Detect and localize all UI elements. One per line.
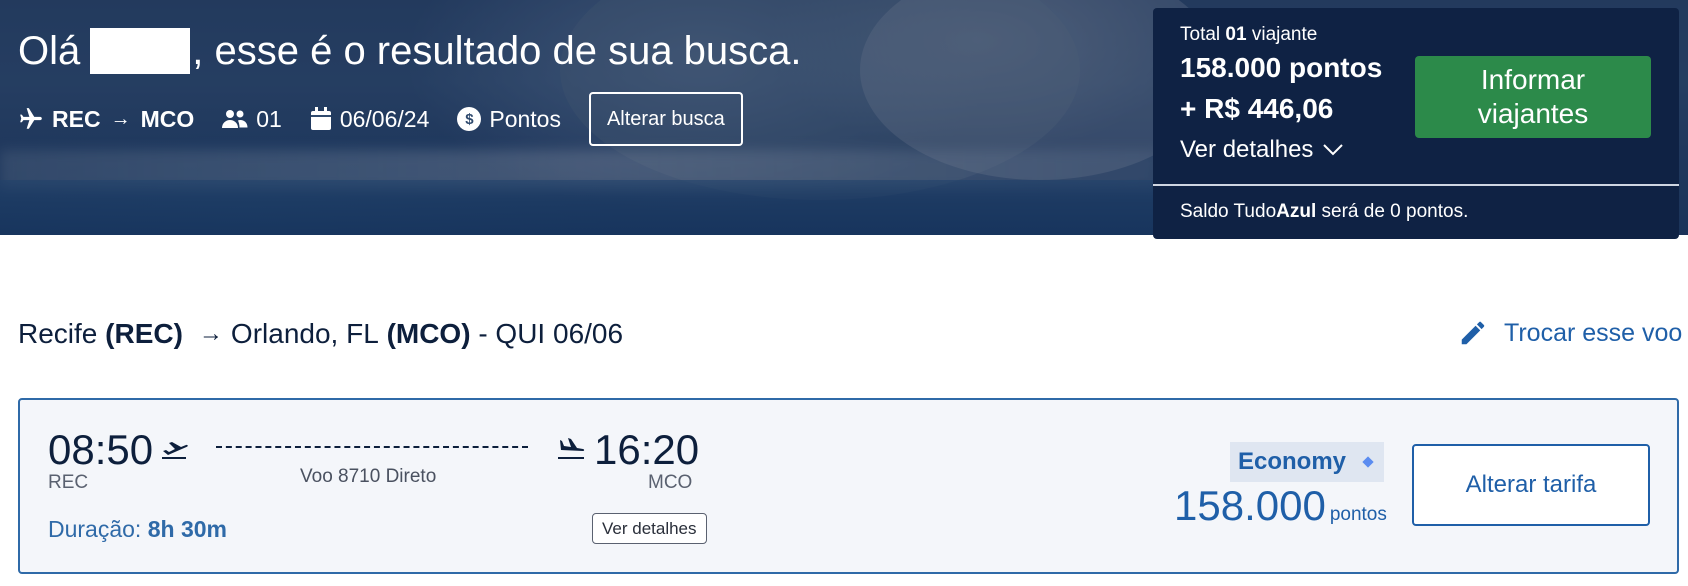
route-arrow-icon: → — [110, 107, 131, 130]
airplane-icon — [20, 108, 42, 129]
inform-travelers-button[interactable]: Informar viajantes — [1415, 56, 1651, 138]
departure-code: REC — [48, 472, 89, 493]
arrival-time: 16:20 — [594, 426, 700, 473]
saldo-suffix: será de 0 pontos. — [1321, 201, 1469, 222]
saldo-prefix: Saldo Tudo — [1180, 201, 1277, 222]
duration-label: Duração: — [48, 516, 142, 542]
coin-icon: $ — [457, 107, 482, 131]
arrival-code: MCO — [648, 472, 693, 493]
change-flight-link[interactable]: Trocar esse voo — [1458, 318, 1682, 348]
destination-code: (MCO) — [386, 318, 471, 349]
destination-city: Orlando, FL — [230, 318, 379, 349]
flight-route-title: Recife (REC) → Orlando, FL (MCO) - QUI 0… — [18, 318, 623, 350]
greeting-suffix: , esse é o resultado de sua busca. — [192, 28, 802, 73]
chevron-down-icon — [1323, 144, 1344, 156]
payment-mode: Pontos — [489, 105, 561, 132]
flight-duration: Duração: 8h 30m — [48, 516, 227, 543]
fare-price: 158.000 pontos — [1174, 482, 1387, 530]
people-icon — [222, 110, 248, 128]
origin-city: Recife — [18, 318, 98, 349]
route-destination: MCO — [140, 105, 195, 132]
user-name-redacted — [90, 28, 191, 74]
route-summary: REC → MCO — [18, 106, 194, 133]
summary-divider — [1153, 184, 1679, 186]
takeoff-icon — [162, 442, 188, 459]
summary-details-label: Ver detalhes — [1180, 136, 1314, 163]
passenger-count: 01 — [256, 105, 282, 132]
calendar-icon — [310, 107, 331, 130]
route-origin: REC — [52, 105, 101, 132]
greeting-prefix: Olá — [18, 28, 81, 73]
points-balance-note: Saldo TudoAzul será de 0 pontos. — [1180, 201, 1468, 223]
flight-number-info: Voo 8710 Direto — [300, 466, 437, 487]
passenger-summary: 01 — [222, 106, 282, 133]
route-arrow-icon: → — [198, 320, 223, 347]
greeting-heading: Olá , esse é o resultado de sua busca. — [18, 28, 802, 74]
travelers-suffix: viajante — [1251, 24, 1318, 45]
total-cash: + R$ 446,06 — [1180, 93, 1334, 124]
summary-details-toggle[interactable]: Ver detalhes — [1180, 136, 1344, 164]
fare-class-label: Economy — [1238, 448, 1347, 475]
duration-value: 8h 30m — [147, 516, 227, 542]
departure-time: 08:50 — [48, 426, 154, 473]
travelers-total: Total 01 viajante — [1180, 24, 1317, 46]
total-points: 158.000 pontos — [1180, 52, 1383, 83]
travelers-count: 01 — [1225, 24, 1247, 45]
pencil-icon — [1461, 321, 1485, 345]
origin-code: (REC) — [105, 318, 183, 349]
payment-summary: $ Pontos — [457, 106, 561, 133]
landing-icon — [558, 438, 585, 459]
fare-points-unit: pontos — [1329, 504, 1387, 525]
route-line — [216, 446, 528, 448]
change-search-button[interactable]: Alterar busca — [588, 92, 743, 146]
flight-details-button[interactable]: Ver detalhes — [592, 513, 707, 544]
diamond-icon — [1362, 456, 1374, 468]
travel-date: 06/06/24 — [339, 105, 430, 132]
travelers-prefix: Total — [1180, 24, 1221, 45]
booking-summary-panel: Total 01 viajante 158.000 pontos + R$ 44… — [1153, 8, 1679, 239]
date-summary: 06/06/24 — [310, 105, 430, 133]
search-summary: REC → MCO 01 06/06/24 $ Pontos Alterar b… — [18, 92, 743, 146]
fare-class-badge: Economy — [1230, 442, 1385, 482]
change-flight-label: Trocar esse voo — [1504, 318, 1683, 347]
flight-card: 08:50 16:20 REC Voo 8710 Direto MCO Dura… — [18, 398, 1679, 574]
saldo-brand: Azul — [1276, 201, 1317, 222]
fare-points-value: 158.000 — [1174, 482, 1326, 529]
change-fare-button[interactable]: Alterar tarifa — [1412, 444, 1650, 526]
flight-date-label: - QUI 06/06 — [478, 318, 624, 349]
